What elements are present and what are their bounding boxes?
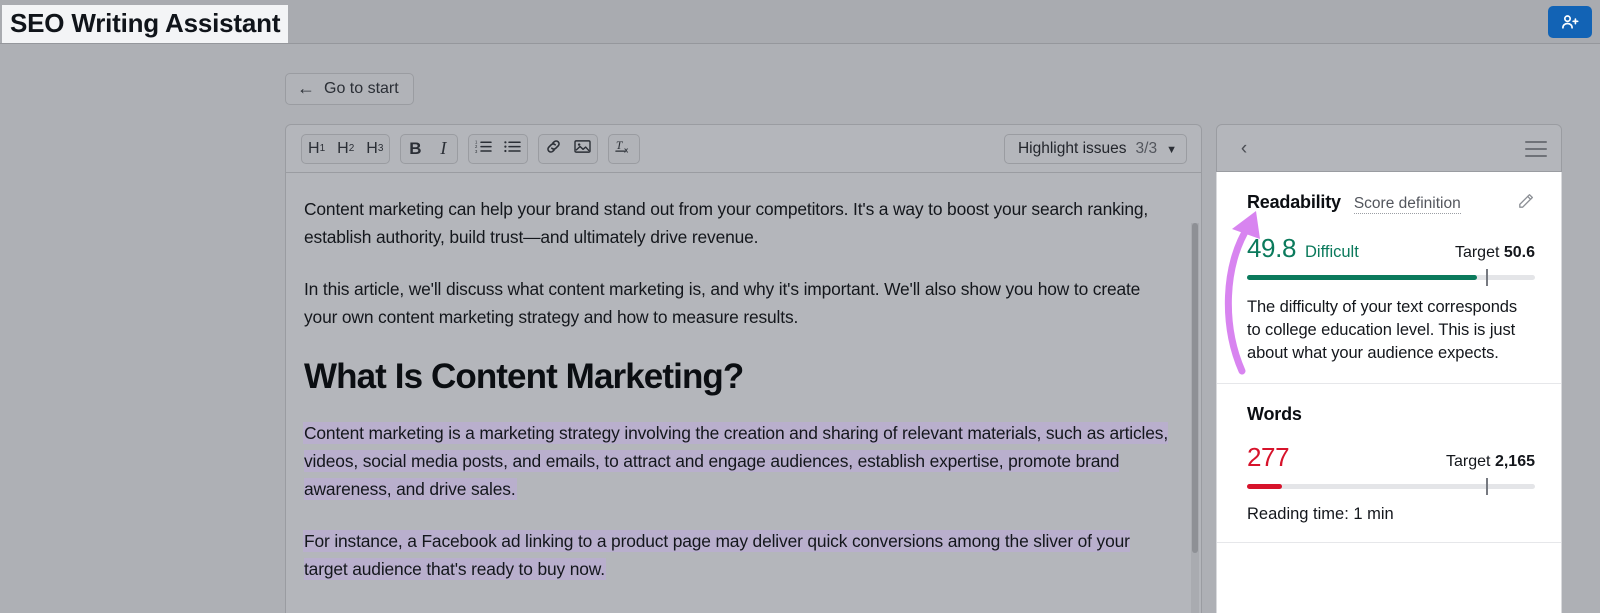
readability-score: 49.8: [1247, 233, 1297, 263]
words-target-marker: [1486, 478, 1488, 495]
document-body[interactable]: Content marketing can help your brand st…: [286, 173, 1201, 613]
link-icon: [545, 138, 562, 160]
list-group: 1 2 3: [468, 133, 529, 164]
person-add-icon: [1560, 12, 1580, 32]
editor-panel: H1 H2 H3 B I 1 2 3 T x Highlight issues …: [285, 124, 1202, 613]
insert-group: [538, 133, 599, 164]
document-scrollbar[interactable]: [1191, 223, 1199, 613]
pencil-icon[interactable]: [1516, 192, 1535, 216]
ordered-list-icon: 1 2 3: [475, 139, 493, 159]
sidebar-menu-button[interactable]: [1525, 139, 1547, 159]
text-style-group: B I: [400, 133, 459, 164]
heading-button-group: H1 H2 H3: [301, 133, 391, 164]
hamburger-menu-icon: [1525, 155, 1547, 157]
hamburger-menu-icon: [1525, 141, 1547, 143]
readability-target-label: Target: [1454, 244, 1500, 261]
heading-3-sub: 3: [377, 143, 384, 154]
svg-text:x: x: [624, 145, 629, 154]
link-button[interactable]: [539, 135, 568, 163]
readability-target-value: 50.6: [1503, 244, 1535, 261]
heading-1-button[interactable]: H1: [302, 135, 331, 163]
paragraph-2: In this article, we'll discuss what cont…: [304, 279, 1141, 327]
words-progress-bar: [1247, 478, 1535, 495]
readability-card: Readability Score definition 49.8 Diffic…: [1217, 172, 1561, 384]
clear-formatting-icon: T x: [615, 138, 633, 159]
sidebar-header: ‹: [1216, 124, 1562, 172]
heading-3-button[interactable]: H3: [360, 135, 389, 163]
readability-description: The difficulty of your text corresponds …: [1247, 298, 1518, 362]
image-icon: [574, 139, 592, 159]
image-button[interactable]: [568, 135, 597, 163]
app-title: SEO Writing Assistant: [2, 5, 289, 43]
app-root: SEO Writing Assistant ← Go to start H1 H…: [0, 0, 1600, 613]
unordered-list-button[interactable]: [498, 135, 527, 163]
readability-level: Difficult: [1305, 243, 1359, 261]
clear-format-group: T x: [608, 133, 641, 164]
heading-2-button[interactable]: H2: [331, 135, 360, 163]
words-progress-fill: [1247, 484, 1282, 489]
words-target-value: 2,165: [1494, 453, 1535, 470]
reading-time: Reading time: 1 min: [1247, 505, 1394, 523]
words-count: 277: [1247, 442, 1290, 472]
italic-button[interactable]: I: [429, 135, 457, 163]
highlight-issues-count: 3/3: [1135, 140, 1158, 157]
hamburger-menu-icon: [1525, 148, 1547, 150]
chevron-left-icon: ‹: [1240, 138, 1248, 159]
score-definition-link[interactable]: Score definition: [1353, 195, 1461, 214]
words-values: 277 Target 2,165: [1247, 442, 1535, 473]
readability-target-marker: [1486, 269, 1488, 286]
go-to-start-button[interactable]: ← Go to start: [285, 73, 414, 105]
heading-2-sub: 2: [348, 143, 355, 154]
scrollbar-thumb[interactable]: [1192, 223, 1198, 553]
readability-title: Readability: [1247, 192, 1341, 212]
clear-formatting-button[interactable]: T x: [609, 135, 639, 163]
readability-values: 49.8 Difficult Target 50.6: [1247, 233, 1535, 264]
heading-1-sub: 1: [319, 143, 326, 154]
svg-text:3: 3: [475, 148, 478, 153]
highlight-issues-label: Highlight issues: [1017, 140, 1127, 157]
paragraph-1: Content marketing can help your brand st…: [304, 199, 1149, 247]
unordered-list-icon: [504, 139, 522, 159]
bold-button[interactable]: B: [401, 135, 429, 163]
top-bar: SEO Writing Assistant: [0, 0, 1600, 44]
sidebar-collapse-button[interactable]: ‹: [1232, 137, 1256, 161]
arrow-left-icon: ←: [297, 78, 315, 98]
words-title: Words: [1247, 404, 1302, 424]
analysis-sidebar: ‹ Readability Score definition 49.8 Diff…: [1216, 124, 1562, 613]
highlight-mark: Content marketing is a marketing strateg…: [304, 423, 1169, 499]
words-target: Target 2,165: [1446, 453, 1535, 471]
words-target-label: Target: [1446, 453, 1491, 470]
words-card: Words 277 Target 2,165 Reading time: 1 m…: [1217, 384, 1561, 543]
paragraph-3-highlighted: Content marketing is a marketing strateg…: [304, 419, 1175, 503]
readability-progress-bar: [1247, 269, 1535, 286]
readability-target: Target 50.6: [1455, 244, 1535, 262]
paragraph-4-highlighted: For instance, a Facebook ad linking to a…: [304, 527, 1175, 583]
invite-user-button[interactable]: [1548, 6, 1592, 38]
go-to-start-label: Go to start: [324, 80, 399, 97]
words-card-header: Words: [1247, 404, 1535, 425]
sidebar-body: Readability Score definition 49.8 Diffic…: [1216, 172, 1562, 613]
svg-text:T: T: [616, 139, 624, 152]
highlight-mark: For instance, a Facebook ad linking to a…: [304, 531, 1130, 579]
editor-toolbar: H1 H2 H3 B I 1 2 3 T x Highlight issues …: [286, 125, 1201, 173]
chevron-down-icon: ▼: [1166, 143, 1177, 156]
readability-progress-fill: [1247, 275, 1478, 280]
readability-card-header: Readability Score definition: [1247, 192, 1535, 216]
document-heading: What Is Content Marketing?: [304, 357, 744, 396]
highlight-issues-dropdown[interactable]: Highlight issues 3/3 ▼: [1003, 134, 1187, 164]
ordered-list-button[interactable]: 1 2 3: [469, 135, 498, 163]
